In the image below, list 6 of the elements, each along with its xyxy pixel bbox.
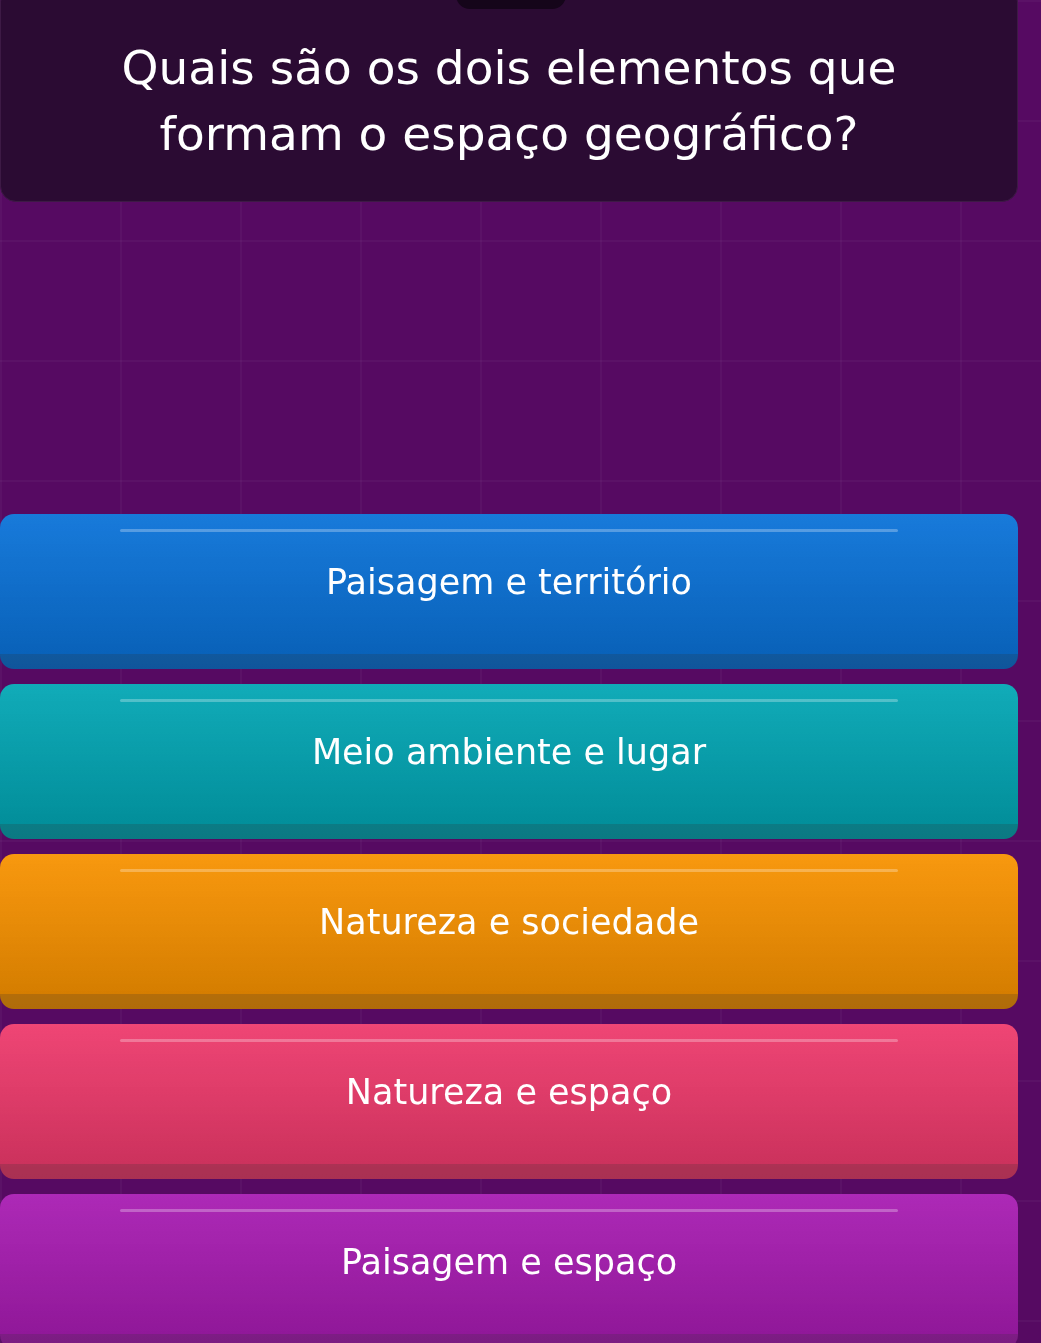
answer-button[interactable]: Paisagem e espaço [0,1194,1018,1343]
question-text: Quais são os dois elementos que formam o espaço geográfico? [120,39,898,163]
answer-button[interactable]: Meio ambiente e lugar [0,684,1018,839]
answer-button[interactable]: Natureza e espaço [0,1024,1018,1179]
answer-button[interactable]: Paisagem e território [0,514,1018,669]
answer-button[interactable]: Natureza e sociedade [0,854,1018,1009]
